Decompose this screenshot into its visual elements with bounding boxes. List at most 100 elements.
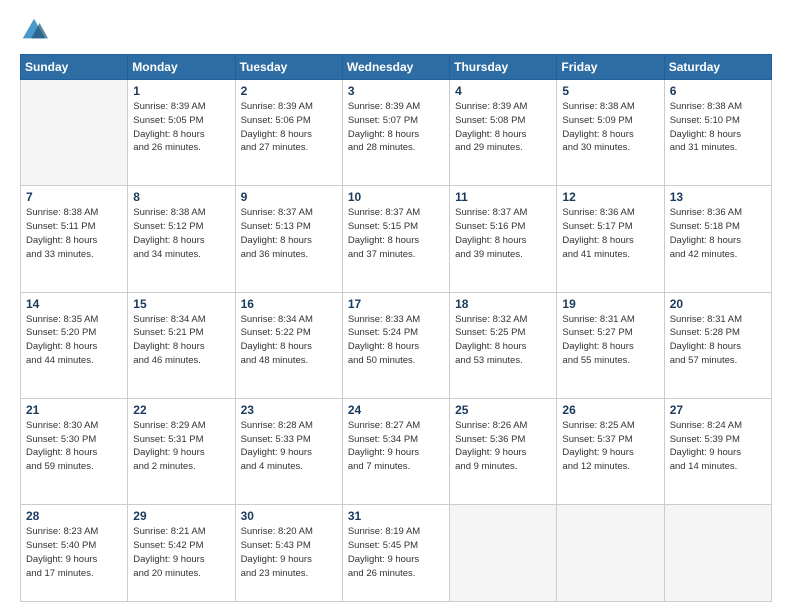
day-number: 27 — [670, 403, 766, 417]
day-number: 22 — [133, 403, 229, 417]
calendar-cell: 8 Sunrise: 8:38 AMSunset: 5:12 PMDaylight… — [128, 186, 235, 292]
day-info: Sunrise: 8:34 AMSunset: 5:22 PMDaylight:… — [241, 313, 337, 368]
calendar-cell: 15 Sunrise: 8:34 AMSunset: 5:21 PMDayligh… — [128, 292, 235, 398]
calendar-cell: 31 Sunrise: 8:19 AMSunset: 5:45 PMDayligh… — [342, 505, 449, 602]
calendar-cell — [450, 505, 557, 602]
day-number: 3 — [348, 84, 444, 98]
day-number: 24 — [348, 403, 444, 417]
day-info: Sunrise: 8:31 AMSunset: 5:28 PMDaylight:… — [670, 313, 766, 368]
day-number: 28 — [26, 509, 122, 523]
day-info: Sunrise: 8:37 AMSunset: 5:16 PMDaylight:… — [455, 206, 551, 261]
day-info: Sunrise: 8:25 AMSunset: 5:37 PMDaylight:… — [562, 419, 658, 474]
day-number: 1 — [133, 84, 229, 98]
calendar-body: 1 Sunrise: 8:39 AMSunset: 5:05 PMDaylight… — [21, 80, 772, 602]
day-info: Sunrise: 8:20 AMSunset: 5:43 PMDaylight:… — [241, 525, 337, 580]
calendar-cell: 23 Sunrise: 8:28 AMSunset: 5:33 PMDayligh… — [235, 398, 342, 504]
page: SundayMondayTuesdayWednesdayThursdayFrid… — [0, 0, 792, 612]
day-number: 11 — [455, 190, 551, 204]
calendar-week-row: 28 Sunrise: 8:23 AMSunset: 5:40 PMDayligh… — [21, 505, 772, 602]
day-info: Sunrise: 8:32 AMSunset: 5:25 PMDaylight:… — [455, 313, 551, 368]
weekday-header: Sunday — [21, 55, 128, 80]
day-info: Sunrise: 8:39 AMSunset: 5:08 PMDaylight:… — [455, 100, 551, 155]
calendar-cell: 13 Sunrise: 8:36 AMSunset: 5:18 PMDayligh… — [664, 186, 771, 292]
weekday-header: Saturday — [664, 55, 771, 80]
logo-icon — [20, 16, 48, 44]
day-number: 31 — [348, 509, 444, 523]
calendar-cell: 5Sunrise: 8:38 AMSunset: 5:09 PMDaylight… — [557, 80, 664, 186]
day-info: Sunrise: 8:24 AMSunset: 5:39 PMDaylight:… — [670, 419, 766, 474]
calendar-cell: 6 Sunrise: 8:38 AMSunset: 5:10 PMDaylight… — [664, 80, 771, 186]
day-number: 25 — [455, 403, 551, 417]
day-number: 9 — [241, 190, 337, 204]
day-info: Sunrise: 8:38 AMSunset: 5:09 PMDaylight:… — [562, 100, 658, 155]
day-number: 13 — [670, 190, 766, 204]
day-number: 26 — [562, 403, 658, 417]
day-number: 21 — [26, 403, 122, 417]
calendar-cell: 28 Sunrise: 8:23 AMSunset: 5:40 PMDayligh… — [21, 505, 128, 602]
day-number: 16 — [241, 297, 337, 311]
day-info: Sunrise: 8:19 AMSunset: 5:45 PMDaylight:… — [348, 525, 444, 580]
calendar-cell: 7Sunrise: 8:38 AMSunset: 5:11 PMDaylight… — [21, 186, 128, 292]
calendar-cell: 4 Sunrise: 8:39 AMSunset: 5:08 PMDaylight… — [450, 80, 557, 186]
header — [20, 16, 772, 44]
day-number: 8 — [133, 190, 229, 204]
day-number: 18 — [455, 297, 551, 311]
day-info: Sunrise: 8:35 AMSunset: 5:20 PMDaylight:… — [26, 313, 122, 368]
calendar-cell: 19 Sunrise: 8:31 AMSunset: 5:27 PMDayligh… — [557, 292, 664, 398]
day-number: 29 — [133, 509, 229, 523]
day-number: 30 — [241, 509, 337, 523]
day-number: 15 — [133, 297, 229, 311]
calendar-cell: 30 Sunrise: 8:20 AMSunset: 5:43 PMDayligh… — [235, 505, 342, 602]
calendar-cell: 10 Sunrise: 8:37 AMSunset: 5:15 PMDayligh… — [342, 186, 449, 292]
calendar-cell: 25 Sunrise: 8:26 AMSunset: 5:36 PMDayligh… — [450, 398, 557, 504]
day-info: Sunrise: 8:37 AMSunset: 5:15 PMDaylight:… — [348, 206, 444, 261]
day-info: Sunrise: 8:38 AMSunset: 5:10 PMDaylight:… — [670, 100, 766, 155]
calendar-cell: 18 Sunrise: 8:32 AMSunset: 5:25 PMDayligh… — [450, 292, 557, 398]
day-info: Sunrise: 8:29 AMSunset: 5:31 PMDaylight:… — [133, 419, 229, 474]
day-number: 6 — [670, 84, 766, 98]
day-number: 4 — [455, 84, 551, 98]
calendar-cell — [21, 80, 128, 186]
calendar-cell: 27 Sunrise: 8:24 AMSunset: 5:39 PMDayligh… — [664, 398, 771, 504]
day-number: 19 — [562, 297, 658, 311]
calendar-cell — [664, 505, 771, 602]
calendar-cell — [557, 505, 664, 602]
day-number: 17 — [348, 297, 444, 311]
weekday-header: Friday — [557, 55, 664, 80]
calendar-cell: 29 Sunrise: 8:21 AMSunset: 5:42 PMDayligh… — [128, 505, 235, 602]
weekday-header: Monday — [128, 55, 235, 80]
calendar-week-row: 1 Sunrise: 8:39 AMSunset: 5:05 PMDaylight… — [21, 80, 772, 186]
day-info: Sunrise: 8:28 AMSunset: 5:33 PMDaylight:… — [241, 419, 337, 474]
calendar-cell: 22 Sunrise: 8:29 AMSunset: 5:31 PMDayligh… — [128, 398, 235, 504]
day-info: Sunrise: 8:39 AMSunset: 5:05 PMDaylight:… — [133, 100, 229, 155]
day-info: Sunrise: 8:21 AMSunset: 5:42 PMDaylight:… — [133, 525, 229, 580]
calendar-cell: 1 Sunrise: 8:39 AMSunset: 5:05 PMDaylight… — [128, 80, 235, 186]
day-number: 12 — [562, 190, 658, 204]
logo — [20, 16, 52, 44]
day-info: Sunrise: 8:27 AMSunset: 5:34 PMDaylight:… — [348, 419, 444, 474]
calendar-week-row: 21 Sunrise: 8:30 AMSunset: 5:30 PMDayligh… — [21, 398, 772, 504]
day-info: Sunrise: 8:31 AMSunset: 5:27 PMDaylight:… — [562, 313, 658, 368]
day-number: 2 — [241, 84, 337, 98]
day-info: Sunrise: 8:23 AMSunset: 5:40 PMDaylight:… — [26, 525, 122, 580]
calendar-cell: 11 Sunrise: 8:37 AMSunset: 5:16 PMDayligh… — [450, 186, 557, 292]
day-info: Sunrise: 8:30 AMSunset: 5:30 PMDaylight:… — [26, 419, 122, 474]
calendar-cell: 16 Sunrise: 8:34 AMSunset: 5:22 PMDayligh… — [235, 292, 342, 398]
day-number: 7 — [26, 190, 122, 204]
calendar-cell: 20Sunrise: 8:31 AMSunset: 5:28 PMDayligh… — [664, 292, 771, 398]
day-number: 23 — [241, 403, 337, 417]
calendar-week-row: 14Sunrise: 8:35 AMSunset: 5:20 PMDayligh… — [21, 292, 772, 398]
day-number: 10 — [348, 190, 444, 204]
calendar-table: SundayMondayTuesdayWednesdayThursdayFrid… — [20, 54, 772, 602]
weekday-header: Tuesday — [235, 55, 342, 80]
calendar-cell: 24 Sunrise: 8:27 AMSunset: 5:34 PMDayligh… — [342, 398, 449, 504]
calendar-week-row: 7Sunrise: 8:38 AMSunset: 5:11 PMDaylight… — [21, 186, 772, 292]
day-info: Sunrise: 8:34 AMSunset: 5:21 PMDaylight:… — [133, 313, 229, 368]
day-info: Sunrise: 8:26 AMSunset: 5:36 PMDaylight:… — [455, 419, 551, 474]
day-info: Sunrise: 8:38 AMSunset: 5:12 PMDaylight:… — [133, 206, 229, 261]
day-info: Sunrise: 8:36 AMSunset: 5:18 PMDaylight:… — [670, 206, 766, 261]
calendar-cell: 3Sunrise: 8:39 AMSunset: 5:07 PMDaylight… — [342, 80, 449, 186]
weekday-header-row: SundayMondayTuesdayWednesdayThursdayFrid… — [21, 55, 772, 80]
day-info: Sunrise: 8:39 AMSunset: 5:06 PMDaylight:… — [241, 100, 337, 155]
calendar-cell: 2 Sunrise: 8:39 AMSunset: 5:06 PMDaylight… — [235, 80, 342, 186]
